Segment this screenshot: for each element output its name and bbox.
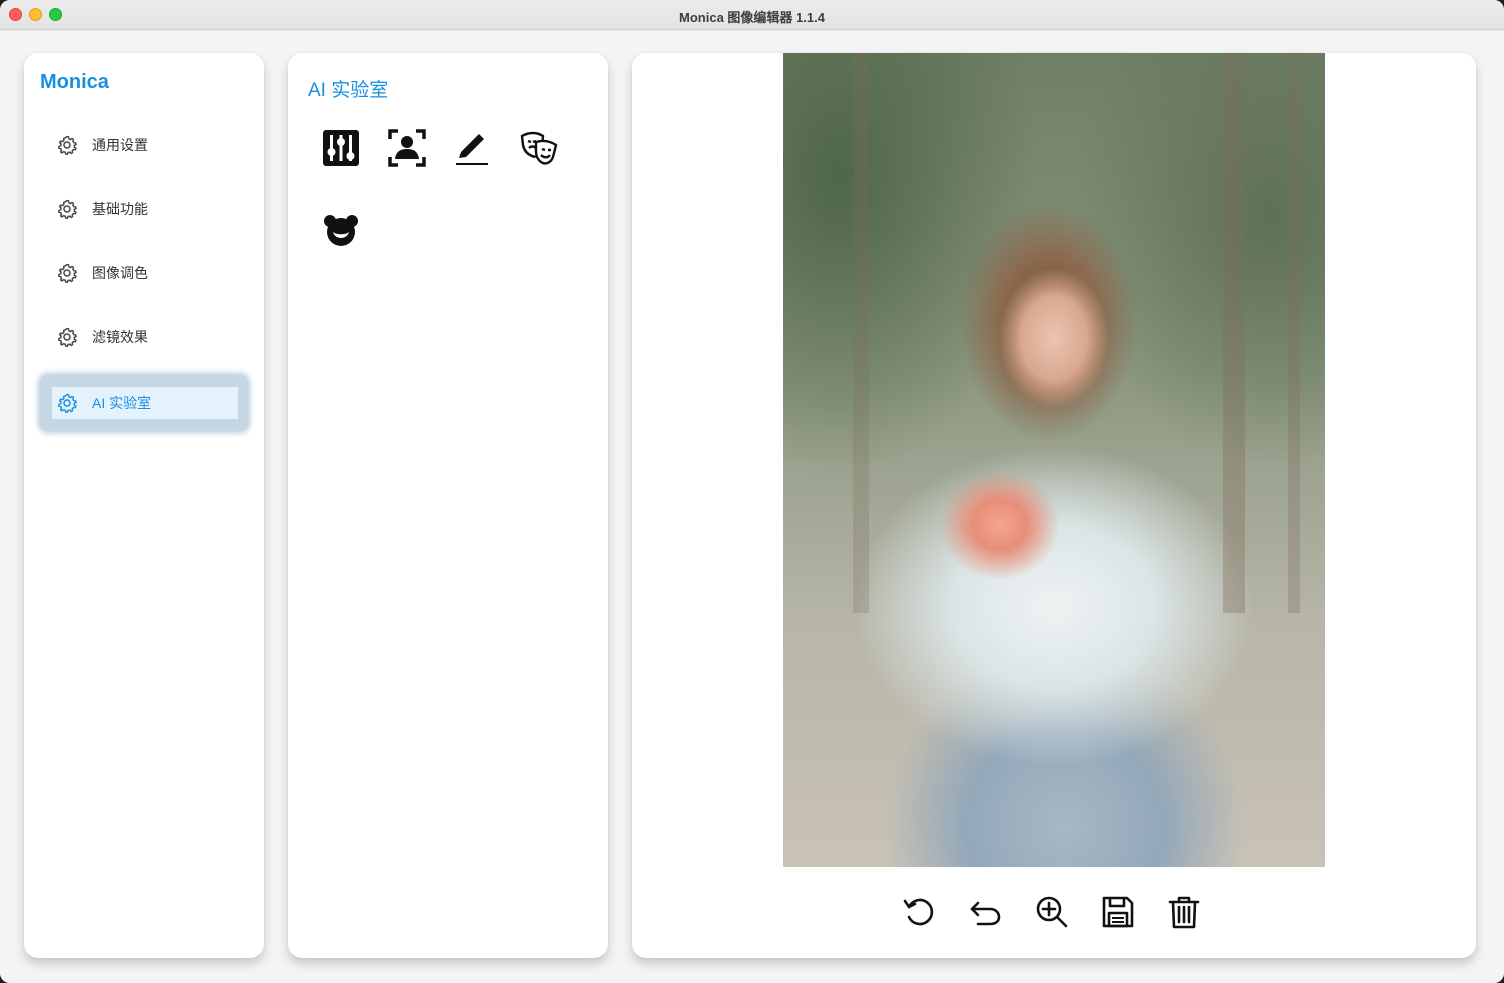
gear-icon [57,135,77,156]
face-detect-icon [388,129,426,167]
theater-tool-button[interactable] [518,127,560,169]
brand-logo-text: Monica [40,71,109,93]
save-icon [1102,896,1134,928]
sidebar-item-general-settings[interactable]: 通用设置 [54,128,244,162]
delete-button[interactable] [1164,889,1204,935]
sidebar-item-color-adjust[interactable]: 图像调色 [54,256,244,290]
draw-tool-button[interactable] [451,127,493,169]
tools-panel-title: AI 实验室 [308,80,389,101]
theater-masks-icon [520,131,558,165]
portrait-photo [783,53,1325,867]
delete-icon [1168,896,1200,929]
rotate-icon [903,898,934,926]
tools-panel: AI 实验室 [288,53,608,958]
sliders-icon [323,130,359,166]
gear-icon [57,263,77,284]
gear-icon [57,327,77,348]
viewer-toolbar [900,889,1204,935]
sidebar-item-filter-effects[interactable]: 滤镜效果 [54,320,244,354]
main-content: Monica 通用设置 基础功能 图像调色 滤镜效果 AI 实验室 AI 实验室 [0,31,1504,983]
sidebar-panel: Monica 通用设置 基础功能 图像调色 滤镜效果 AI 实验室 [24,53,264,958]
sidebar-item-label: 滤镜效果 [92,329,148,345]
sidebar-item-label: 基础功能 [92,201,148,217]
window-title: Monica 图像编辑器 1.1.4 [679,10,825,25]
bear-tool-button[interactable] [320,209,362,251]
bear-icon [324,215,358,246]
rotate-button[interactable] [900,889,940,935]
save-button[interactable] [1098,889,1138,935]
undo-icon [970,901,1001,926]
sidebar-item-label: 图像调色 [92,265,148,281]
sidebar-item-label: AI 实验室 [92,395,152,411]
sliders-tool-button[interactable] [320,127,362,169]
title-bar: Monica 图像编辑器 1.1.4 [0,0,1504,30]
zoom-in-icon [1036,896,1068,928]
pencil-icon [456,134,488,165]
gear-icon [57,199,77,220]
sidebar-item-label: 通用设置 [92,137,148,153]
app-window: Monica 图像编辑器 1.1.4 Monica 通用设置 基础功能 图像调色… [0,0,1504,983]
sidebar-item-basic-functions[interactable]: 基础功能 [54,192,244,226]
undo-button[interactable] [966,889,1006,935]
sidebar-item-ai-lab[interactable]: AI 实验室 [40,375,248,431]
gear-icon [57,393,77,414]
sidebar-item-ai-lab-highlight[interactable]: AI 实验室 [52,387,238,419]
image-viewer-panel [632,53,1476,958]
zoom-in-button[interactable] [1032,889,1072,935]
face-detect-tool-button[interactable] [386,127,428,169]
